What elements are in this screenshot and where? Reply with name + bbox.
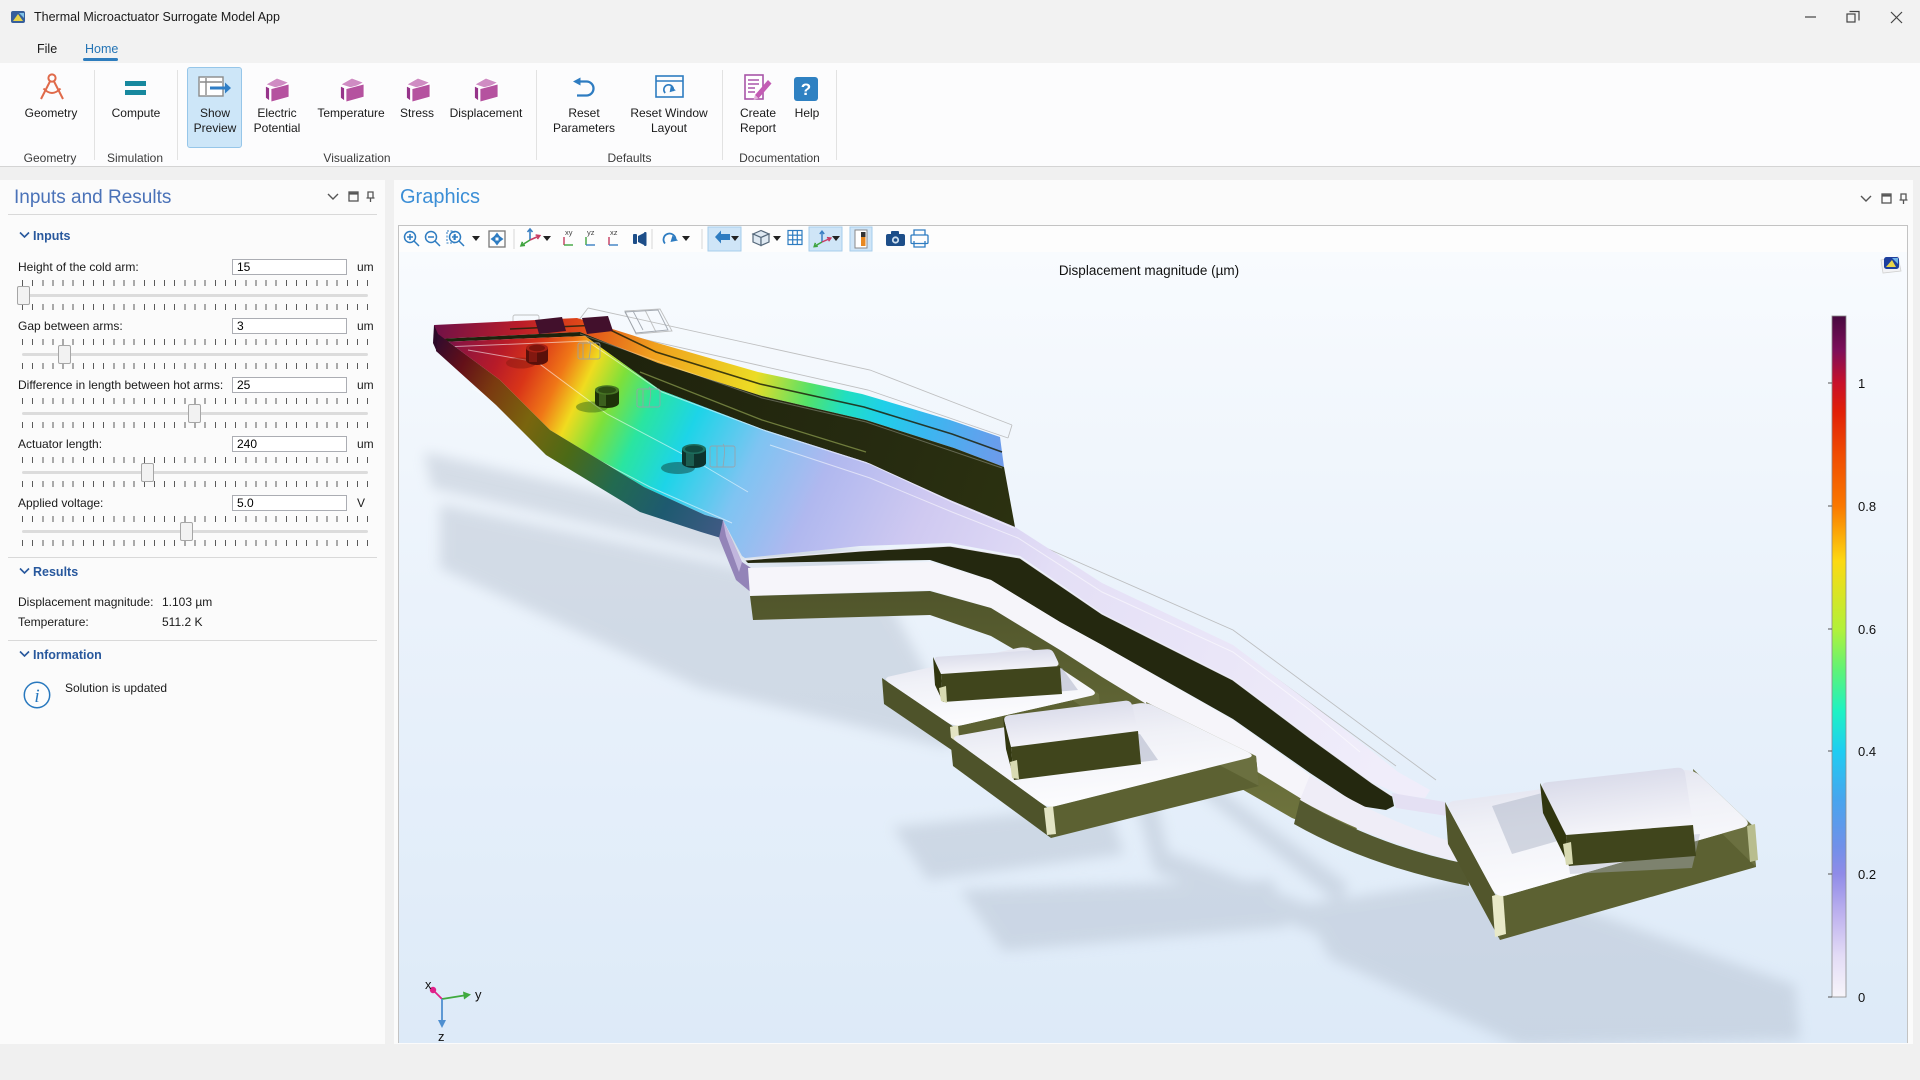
svg-text:0.8: 0.8 [1858, 499, 1876, 514]
svg-text:0.6: 0.6 [1858, 622, 1876, 637]
svg-text:xy: xy [565, 228, 573, 237]
svg-text:0: 0 [1858, 990, 1865, 1005]
svg-text:y: y [475, 987, 482, 1002]
svg-text:?: ? [801, 80, 811, 99]
svg-text:Displacement magnitude (µm): Displacement magnitude (µm) [1059, 263, 1239, 278]
svg-text:1: 1 [1858, 376, 1865, 391]
svg-text:yz: yz [587, 228, 595, 237]
svg-text:z: z [438, 1029, 445, 1043]
svg-text:x: x [425, 977, 432, 992]
svg-text:0.2: 0.2 [1858, 867, 1876, 882]
svg-text:i: i [34, 686, 39, 707]
svg-text:0.4: 0.4 [1858, 744, 1876, 759]
svg-text:xz: xz [610, 228, 618, 237]
